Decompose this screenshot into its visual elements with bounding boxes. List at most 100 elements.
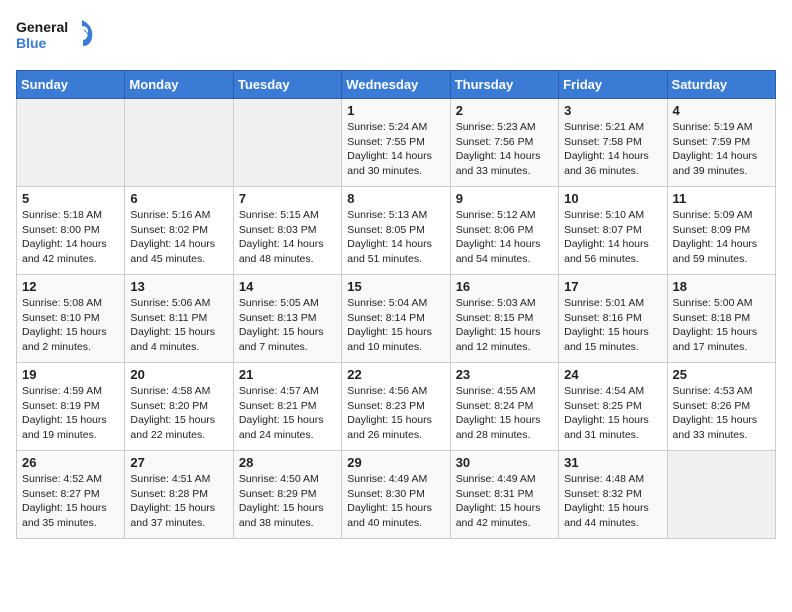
day-number: 2 — [456, 103, 553, 118]
day-info: Sunrise: 5:24 AM Sunset: 7:55 PM Dayligh… — [347, 120, 444, 179]
day-info: Sunrise: 4:54 AM Sunset: 8:25 PM Dayligh… — [564, 384, 661, 443]
day-info: Sunrise: 5:09 AM Sunset: 8:09 PM Dayligh… — [673, 208, 770, 267]
day-info: Sunrise: 4:50 AM Sunset: 8:29 PM Dayligh… — [239, 472, 336, 531]
day-number: 11 — [673, 191, 770, 206]
weekday-header-wednesday: Wednesday — [342, 71, 450, 99]
day-number: 8 — [347, 191, 444, 206]
day-number: 30 — [456, 455, 553, 470]
day-number: 6 — [130, 191, 227, 206]
day-number: 14 — [239, 279, 336, 294]
page-header: General Blue — [16, 16, 776, 58]
calendar-cell: 21 Sunrise: 4:57 AM Sunset: 8:21 PM Dayli… — [233, 363, 341, 451]
day-number: 16 — [456, 279, 553, 294]
calendar-cell: 25Sunrise: 4:53 AM Sunset: 8:26 PM Dayli… — [667, 363, 775, 451]
day-number: 17 — [564, 279, 661, 294]
calendar-week-4: 19 Sunrise: 4:59 AM Sunset: 8:19 PM Dayli… — [17, 363, 776, 451]
svg-text:General: General — [16, 19, 68, 35]
calendar-week-1: 1Sunrise: 5:24 AM Sunset: 7:55 PM Daylig… — [17, 99, 776, 187]
calendar-cell: 10 Sunrise: 5:10 AM Sunset: 8:07 PM Dayli… — [559, 187, 667, 275]
day-number: 27 — [130, 455, 227, 470]
day-info: Sunrise: 4:57 AM Sunset: 8:21 PM Dayligh… — [239, 384, 336, 443]
day-number: 5 — [22, 191, 119, 206]
calendar-cell: 29 Sunrise: 4:49 AM Sunset: 8:30 PM Dayli… — [342, 451, 450, 539]
day-info: Sunrise: 5:13 AM Sunset: 8:05 PM Dayligh… — [347, 208, 444, 267]
day-info: Sunrise: 5:12 AM Sunset: 8:06 PM Dayligh… — [456, 208, 553, 267]
day-number: 7 — [239, 191, 336, 206]
calendar-cell: 5 Sunrise: 5:18 AM Sunset: 8:00 PM Daylig… — [17, 187, 125, 275]
calendar-cell: 4Sunrise: 5:19 AM Sunset: 7:59 PM Daylig… — [667, 99, 775, 187]
day-info: Sunrise: 5:21 AM Sunset: 7:58 PM Dayligh… — [564, 120, 661, 179]
day-number: 23 — [456, 367, 553, 382]
calendar-week-2: 5 Sunrise: 5:18 AM Sunset: 8:00 PM Daylig… — [17, 187, 776, 275]
day-number: 19 — [22, 367, 119, 382]
calendar-cell — [667, 451, 775, 539]
weekday-header-monday: Monday — [125, 71, 233, 99]
day-number: 18 — [673, 279, 770, 294]
calendar-cell: 15 Sunrise: 5:04 AM Sunset: 8:14 PM Dayli… — [342, 275, 450, 363]
calendar-cell: 18 Sunrise: 5:00 AM Sunset: 8:18 PM Dayli… — [667, 275, 775, 363]
calendar-cell: 22 Sunrise: 4:56 AM Sunset: 8:23 PM Dayli… — [342, 363, 450, 451]
calendar-cell: 27Sunrise: 4:51 AM Sunset: 8:28 PM Dayli… — [125, 451, 233, 539]
calendar-cell — [233, 99, 341, 187]
calendar-week-3: 12Sunrise: 5:08 AM Sunset: 8:10 PM Dayli… — [17, 275, 776, 363]
day-info: Sunrise: 4:59 AM Sunset: 8:19 PM Dayligh… — [22, 384, 119, 443]
calendar-cell: 11 Sunrise: 5:09 AM Sunset: 8:09 PM Dayli… — [667, 187, 775, 275]
calendar-cell: 31 Sunrise: 4:48 AM Sunset: 8:32 PM Dayli… — [559, 451, 667, 539]
calendar-cell: 24 Sunrise: 4:54 AM Sunset: 8:25 PM Dayli… — [559, 363, 667, 451]
calendar-cell: 30 Sunrise: 4:49 AM Sunset: 8:31 PM Dayli… — [450, 451, 558, 539]
calendar-cell: 12Sunrise: 5:08 AM Sunset: 8:10 PM Dayli… — [17, 275, 125, 363]
day-info: Sunrise: 5:03 AM Sunset: 8:15 PM Dayligh… — [456, 296, 553, 355]
day-info: Sunrise: 5:04 AM Sunset: 8:14 PM Dayligh… — [347, 296, 444, 355]
weekday-header-saturday: Saturday — [667, 71, 775, 99]
calendar-cell: 2Sunrise: 5:23 AM Sunset: 7:56 PM Daylig… — [450, 99, 558, 187]
day-info: Sunrise: 4:49 AM Sunset: 8:30 PM Dayligh… — [347, 472, 444, 531]
day-number: 25 — [673, 367, 770, 382]
day-number: 22 — [347, 367, 444, 382]
day-number: 15 — [347, 279, 444, 294]
calendar-cell: 3 Sunrise: 5:21 AM Sunset: 7:58 PM Daylig… — [559, 99, 667, 187]
day-number: 9 — [456, 191, 553, 206]
day-info: Sunrise: 4:56 AM Sunset: 8:23 PM Dayligh… — [347, 384, 444, 443]
calendar-cell: 1Sunrise: 5:24 AM Sunset: 7:55 PM Daylig… — [342, 99, 450, 187]
day-info: Sunrise: 5:00 AM Sunset: 8:18 PM Dayligh… — [673, 296, 770, 355]
calendar-cell: 9 Sunrise: 5:12 AM Sunset: 8:06 PM Daylig… — [450, 187, 558, 275]
day-info: Sunrise: 5:01 AM Sunset: 8:16 PM Dayligh… — [564, 296, 661, 355]
day-info: Sunrise: 4:52 AM Sunset: 8:27 PM Dayligh… — [22, 472, 119, 531]
weekday-header-tuesday: Tuesday — [233, 71, 341, 99]
calendar-cell: 8 Sunrise: 5:13 AM Sunset: 8:05 PM Daylig… — [342, 187, 450, 275]
calendar-week-5: 26Sunrise: 4:52 AM Sunset: 8:27 PM Dayli… — [17, 451, 776, 539]
weekday-header-thursday: Thursday — [450, 71, 558, 99]
day-number: 20 — [130, 367, 227, 382]
calendar-cell: 7 Sunrise: 5:15 AM Sunset: 8:03 PM Daylig… — [233, 187, 341, 275]
day-number: 28 — [239, 455, 336, 470]
calendar-cell: 17 Sunrise: 5:01 AM Sunset: 8:16 PM Dayli… — [559, 275, 667, 363]
calendar-cell — [125, 99, 233, 187]
day-number: 31 — [564, 455, 661, 470]
day-number: 10 — [564, 191, 661, 206]
day-number: 3 — [564, 103, 661, 118]
calendar-table: SundayMondayTuesdayWednesdayThursdayFrid… — [16, 70, 776, 539]
day-number: 24 — [564, 367, 661, 382]
calendar-cell: 13Sunrise: 5:06 AM Sunset: 8:11 PM Dayli… — [125, 275, 233, 363]
day-info: Sunrise: 4:49 AM Sunset: 8:31 PM Dayligh… — [456, 472, 553, 531]
day-info: Sunrise: 5:08 AM Sunset: 8:10 PM Dayligh… — [22, 296, 119, 355]
weekday-header-sunday: Sunday — [17, 71, 125, 99]
day-info: Sunrise: 4:58 AM Sunset: 8:20 PM Dayligh… — [130, 384, 227, 443]
calendar-cell: 19 Sunrise: 4:59 AM Sunset: 8:19 PM Dayli… — [17, 363, 125, 451]
day-info: Sunrise: 5:10 AM Sunset: 8:07 PM Dayligh… — [564, 208, 661, 267]
svg-text:Blue: Blue — [16, 35, 47, 51]
calendar-cell: 28 Sunrise: 4:50 AM Sunset: 8:29 PM Dayli… — [233, 451, 341, 539]
day-number: 29 — [347, 455, 444, 470]
day-info: Sunrise: 5:15 AM Sunset: 8:03 PM Dayligh… — [239, 208, 336, 267]
calendar-cell: 14 Sunrise: 5:05 AM Sunset: 8:13 PM Dayli… — [233, 275, 341, 363]
day-info: Sunrise: 4:55 AM Sunset: 8:24 PM Dayligh… — [456, 384, 553, 443]
calendar-cell: 26Sunrise: 4:52 AM Sunset: 8:27 PM Dayli… — [17, 451, 125, 539]
calendar-cell: 6Sunrise: 5:16 AM Sunset: 8:02 PM Daylig… — [125, 187, 233, 275]
day-info: Sunrise: 5:18 AM Sunset: 8:00 PM Dayligh… — [22, 208, 119, 267]
day-info: Sunrise: 4:48 AM Sunset: 8:32 PM Dayligh… — [564, 472, 661, 531]
day-info: Sunrise: 5:06 AM Sunset: 8:11 PM Dayligh… — [130, 296, 227, 355]
calendar-cell — [17, 99, 125, 187]
day-info: Sunrise: 5:05 AM Sunset: 8:13 PM Dayligh… — [239, 296, 336, 355]
weekday-header-friday: Friday — [559, 71, 667, 99]
day-number: 21 — [239, 367, 336, 382]
